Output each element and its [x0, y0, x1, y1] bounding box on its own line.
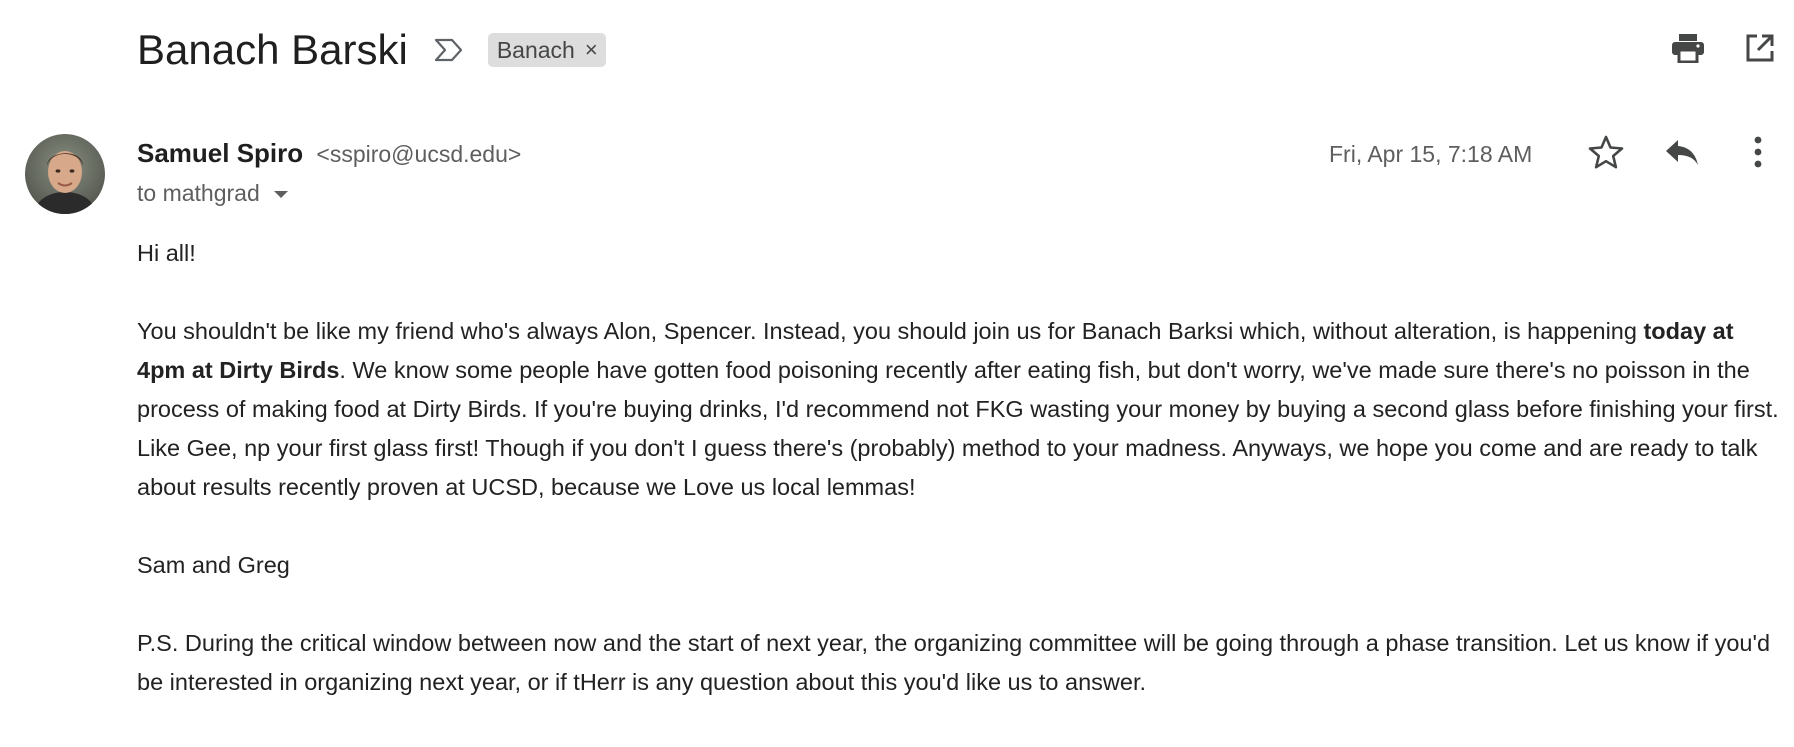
email-date: Fri, Apr 15, 7:18 AM — [1329, 141, 1533, 167]
thread-actions — [1670, 30, 1778, 66]
reply-icon[interactable] — [1664, 134, 1700, 170]
star-icon[interactable] — [1588, 134, 1624, 170]
remove-label-button[interactable]: × — [585, 33, 598, 67]
subject-row: Banach Barski Banach × — [137, 22, 606, 78]
recipient-details-toggle[interactable]: to mathgrad — [137, 180, 288, 207]
main-paragraph-start: You shouldn't be like my friend who's al… — [137, 318, 1644, 344]
sender-line: Samuel Spiro <sspiro@ucsd.edu> — [137, 138, 521, 169]
sender-avatar[interactable] — [25, 134, 105, 214]
signature: Sam and Greg — [137, 552, 290, 578]
important-marker-icon[interactable] — [434, 37, 466, 63]
sender-name[interactable]: Samuel Spiro — [137, 138, 303, 168]
label-chip: Banach × — [487, 33, 606, 67]
recipient-line: to mathgrad — [137, 180, 260, 206]
sender-email: <sspiro@ucsd.edu> — [316, 141, 522, 167]
greeting: Hi all! — [137, 240, 196, 266]
message-actions — [1588, 134, 1776, 170]
open-in-new-window-icon[interactable] — [1742, 30, 1778, 66]
more-vert-icon[interactable] — [1740, 134, 1776, 170]
main-paragraph-end: . We know some people have gotten food p… — [137, 357, 1779, 500]
label-chip-text: Banach — [496, 37, 575, 63]
print-icon[interactable] — [1670, 30, 1706, 66]
postscript: P.S. During the critical window between … — [137, 630, 1771, 695]
email-body: Hi all! You shouldn't be like my friend … — [137, 234, 1782, 741]
main-paragraph: You shouldn't be like my friend who's al… — [137, 312, 1782, 507]
email-subject: Banach Barski — [137, 26, 408, 73]
caret-down-icon — [273, 191, 288, 198]
